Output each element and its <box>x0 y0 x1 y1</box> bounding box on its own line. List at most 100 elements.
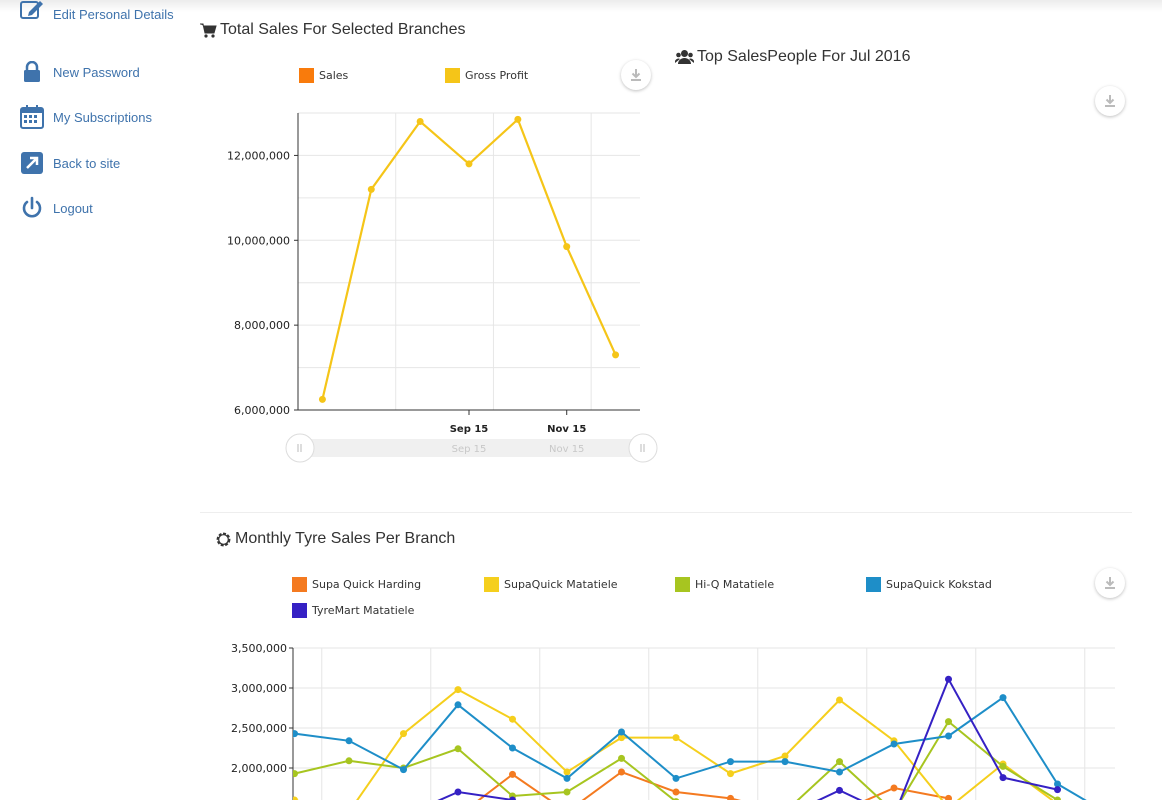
data-point <box>318 395 326 403</box>
x-tick-label: Nov 15 <box>547 424 586 435</box>
data-point <box>781 758 789 766</box>
data-point <box>727 794 734 800</box>
data-point <box>727 770 734 778</box>
x-tick-label: Sep 15 <box>450 424 489 435</box>
data-point <box>1054 796 1061 800</box>
data-point <box>727 758 734 766</box>
y-tick-label: 2,500,000 <box>231 722 287 735</box>
sidebar-item-label: My Subscriptions <box>53 109 152 125</box>
legend-swatch <box>675 577 690 592</box>
data-point <box>454 788 462 796</box>
legend-swatch <box>299 68 314 83</box>
data-point <box>345 757 353 765</box>
legend-item-supa-quick-harding[interactable]: Supa Quick Harding <box>292 577 421 592</box>
data-point <box>945 675 952 683</box>
users-icon <box>675 50 694 64</box>
data-point <box>999 762 1007 770</box>
sidebar: Edit Personal Details New Password My Su… <box>0 0 190 800</box>
data-point <box>618 728 625 736</box>
y-tick-label: 8,000,000 <box>234 319 290 332</box>
legend-swatch <box>292 603 307 618</box>
data-point <box>563 768 571 776</box>
data-point <box>563 243 571 251</box>
download-icon <box>1105 95 1115 107</box>
section-divider <box>200 512 1132 513</box>
sidebar-item-my-subscriptions[interactable]: My Subscriptions <box>20 105 152 129</box>
total-sales-chart: 6,000,000 8,000,000 10,000,000 12,000,000 Se… <box>227 112 658 463</box>
legend-label: Sales <box>319 69 349 82</box>
data-point <box>509 715 516 723</box>
sidebar-item-new-password[interactable]: New Password <box>20 60 140 84</box>
data-point <box>293 796 298 800</box>
data-point <box>999 774 1007 782</box>
series-group <box>293 675 1087 800</box>
data-point <box>465 160 473 168</box>
data-point <box>945 794 952 800</box>
data-point <box>945 732 952 740</box>
legend-swatch <box>292 577 307 592</box>
calendar-icon <box>20 105 44 129</box>
sidebar-item-back-to-site[interactable]: Back to site <box>20 151 120 175</box>
data-point <box>836 786 843 794</box>
data-point <box>612 351 620 359</box>
legend-item-sales[interactable]: Sales <box>299 68 348 83</box>
top-salespeople-title-text: Top SalesPeople For Jul 2016 <box>697 48 911 65</box>
sidebar-item-logout[interactable]: Logout <box>20 196 93 220</box>
data-point <box>367 185 375 193</box>
legend-label: SupaQuick Matatiele <box>504 578 618 591</box>
y-tick-label: 10,000,000 <box>227 234 290 247</box>
data-point <box>454 745 462 753</box>
data-point <box>400 766 407 774</box>
data-point <box>999 694 1007 702</box>
y-tick-label: 3,000,000 <box>231 682 287 695</box>
legend-item-hiq-matatiele[interactable]: Hi-Q Matatiele <box>675 577 774 592</box>
data-point <box>293 730 298 738</box>
download-icon <box>1105 577 1115 589</box>
download-button-total-sales[interactable] <box>621 60 651 90</box>
sidebar-item-label: New Password <box>53 64 140 80</box>
download-icon <box>631 69 641 81</box>
data-point <box>618 754 625 762</box>
y-tick-label: 6,000,000 <box>234 404 290 417</box>
cog-icon <box>216 532 231 546</box>
series-line <box>477 770 949 800</box>
edit-personal-details-label: Edit Personal Details <box>53 7 174 22</box>
lock-icon <box>20 60 44 84</box>
data-point <box>400 730 407 738</box>
data-point <box>454 701 462 709</box>
data-point <box>890 740 898 748</box>
legend-swatch <box>866 577 881 592</box>
legend-item-gross-profit[interactable]: Gross Profit <box>445 68 528 83</box>
legend-item-supaquick-matatiele[interactable]: SupaQuick Matatiele <box>484 577 618 592</box>
data-point <box>454 686 462 694</box>
data-point <box>345 737 353 745</box>
scrollbar-handle-right <box>628 433 658 463</box>
data-point <box>509 744 516 752</box>
data-point <box>672 774 680 782</box>
legend-label: Hi-Q Matatiele <box>695 578 775 591</box>
data-point <box>416 117 424 125</box>
monthly-tyre-title: Monthly Tyre Sales Per Branch <box>215 530 455 548</box>
y-tick-label: 3,500,000 <box>231 642 287 655</box>
shopping-cart-icon <box>200 23 217 38</box>
y-tick-label: 2,000,000 <box>231 762 287 775</box>
download-button-top-salespeople[interactable] <box>1095 86 1125 116</box>
power-icon <box>20 196 44 220</box>
legend-item-tyremart-matatiele[interactable]: TyreMart Matatiele <box>292 603 414 618</box>
total-sales-title: Total Sales For Selected Branches <box>200 21 465 39</box>
data-point <box>509 770 516 778</box>
total-sales-title-text: Total Sales For Selected Branches <box>220 21 466 38</box>
data-point <box>618 768 625 776</box>
legend-label: Gross Profit <box>465 69 529 82</box>
data-point <box>563 788 571 796</box>
download-button-monthly-tyre[interactable] <box>1095 568 1125 598</box>
data-point <box>945 718 952 726</box>
external-link-icon <box>20 151 44 175</box>
data-point <box>836 758 843 766</box>
series-line <box>294 720 1060 800</box>
scrollbar-label: Nov 15 <box>549 444 584 455</box>
data-point <box>672 788 680 796</box>
legend-item-supaquick-kokstad[interactable]: SupaQuick Kokstad <box>866 577 992 592</box>
sidebar-item-label: Logout <box>53 200 93 216</box>
sidebar-item-label: Back to site <box>53 155 121 171</box>
